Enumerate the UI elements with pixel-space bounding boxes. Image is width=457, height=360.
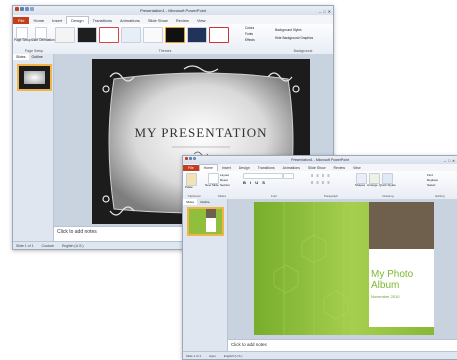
- theme-thumb-5[interactable]: [143, 27, 163, 43]
- tab-file[interactable]: File: [13, 17, 30, 24]
- undo-icon[interactable]: [193, 157, 196, 160]
- layout-button[interactable]: Layout: [220, 173, 229, 177]
- section-button[interactable]: Section: [220, 183, 230, 187]
- theme-thumb-7[interactable]: [187, 27, 207, 43]
- status-language: English (U.S.): [223, 353, 243, 358]
- group-label-drawing: Drawing: [382, 194, 394, 198]
- ribbon-tabs: File Home Insert Design Transitions Anim…: [13, 16, 333, 24]
- tab-view[interactable]: View: [193, 17, 210, 24]
- theme-fonts-button[interactable]: Fonts: [245, 32, 253, 36]
- status-language: English (U.S.): [61, 243, 84, 248]
- ribbon-tabs: File Home Insert Design Transitions Anim…: [183, 164, 457, 171]
- theme-thumb-2[interactable]: [77, 27, 97, 43]
- themes-gallery: [55, 27, 247, 45]
- replace-button[interactable]: Replace: [427, 178, 438, 182]
- paragraph-align-buttons[interactable]: ≡ ≡ ≡ ≡: [311, 180, 331, 185]
- group-label-paragraph: Paragraph: [323, 194, 338, 198]
- reset-button[interactable]: Reset: [220, 178, 228, 182]
- pane-tab-outline[interactable]: Outline: [29, 54, 46, 60]
- window-title: Presentation1 - Microsoft PowerPoint: [291, 158, 349, 162]
- design-ribbon: Page Setup Slide Orientation Page Setup …: [13, 24, 333, 55]
- group-label-themes: Themes: [158, 49, 172, 53]
- theme-thumb-6[interactable]: [165, 27, 185, 43]
- font-format-buttons[interactable]: B I U S: [243, 180, 266, 185]
- group-label-page-setup: Page Setup: [24, 49, 44, 53]
- home-ribbon: Paste Clipboard New Slide Layout Reset S…: [183, 171, 457, 200]
- close-icon[interactable]: ✕: [328, 7, 331, 16]
- undo-icon[interactable]: [25, 7, 29, 11]
- redo-icon[interactable]: [30, 7, 34, 11]
- quick-access-toolbar: [185, 157, 196, 160]
- slide-thumbnail[interactable]: [17, 64, 52, 91]
- slide-photo-placeholder[interactable]: [369, 202, 434, 249]
- tab-animations[interactable]: Animations: [116, 17, 144, 24]
- slides-pane: Slides Outline: [183, 199, 228, 351]
- theme-thumb-4[interactable]: [121, 27, 141, 43]
- pane-tab-slides[interactable]: Slides: [13, 54, 29, 60]
- slides-pane: Slides Outline: [13, 54, 54, 241]
- title-bar: Presentation1 - Microsoft PowerPoint – □…: [13, 6, 333, 15]
- pane-tab-slides[interactable]: Slides: [183, 199, 198, 205]
- front-powerpoint-window: Presentation1 - Microsoft PowerPoint – □…: [182, 155, 457, 360]
- slide-thumbnail-panel: [206, 218, 216, 232]
- group-label-editing: Editing: [435, 194, 445, 198]
- paste-button-label: Paste: [185, 185, 193, 189]
- maximize-icon[interactable]: □: [323, 7, 325, 16]
- hide-background-graphics-checkbox[interactable]: Hide Background Graphics: [275, 36, 313, 40]
- slide-title[interactable]: My Photo Album: [371, 269, 427, 291]
- save-icon[interactable]: [189, 157, 192, 160]
- powerpoint-logo-icon[interactable]: [15, 7, 19, 11]
- group-label-slides: Slides: [217, 194, 227, 198]
- theme-effects-button[interactable]: Effects: [245, 38, 255, 42]
- status-slide-count: Slide 1 of 1: [186, 353, 202, 358]
- save-icon[interactable]: [20, 7, 24, 11]
- tab-home[interactable]: Home: [29, 17, 48, 24]
- slide-canvas[interactable]: My Photo Album November 2010: [254, 202, 434, 335]
- pane-tabs: Slides Outline: [13, 54, 53, 60]
- window-title: Presentation1 - Microsoft PowerPoint: [139, 8, 207, 13]
- slide-thumbnail[interactable]: [187, 207, 224, 236]
- title-bar: Presentation1 - Microsoft PowerPoint – □…: [183, 156, 457, 164]
- slide-subtitle-date[interactable]: November 2010: [371, 294, 399, 299]
- status-slide-count: Slide 1 of 1: [16, 243, 34, 248]
- theme-thumb-8[interactable]: [209, 27, 229, 43]
- notes-pane[interactable]: Click to add notes: [228, 339, 457, 351]
- minimize-icon[interactable]: –: [319, 7, 321, 16]
- slide-orientation-button-label: Slide Orientation: [31, 38, 55, 42]
- theme-thumb-3[interactable]: [99, 27, 119, 43]
- pane-tabs: Slides Outline: [183, 199, 227, 205]
- tab-home[interactable]: Home: [198, 164, 218, 171]
- theme-thumb-1[interactable]: [55, 27, 75, 43]
- slide-title[interactable]: MY PRESENTATION: [92, 125, 310, 141]
- status-bar: Slide 1 of 1 Apex English (U.S.): [183, 351, 457, 359]
- group-label-clipboard: Clipboard: [187, 194, 201, 198]
- group-label-background: Background: [293, 49, 313, 53]
- slide-thumbnail-frame: [24, 71, 45, 84]
- shapes-button-label: Shapes: [355, 183, 366, 187]
- tab-review[interactable]: Review: [172, 17, 193, 24]
- slide-thumbnail-photo: [206, 209, 216, 218]
- select-button[interactable]: Select: [427, 183, 435, 187]
- group-label-font: Font: [270, 194, 277, 198]
- page-setup-button-label: Page Setup: [14, 38, 31, 42]
- new-slide-button-label: New Slide: [205, 183, 219, 187]
- status-theme-name: Couture: [41, 243, 54, 248]
- quick-styles-button-label: Quick Styles: [379, 183, 396, 187]
- arrange-button-label: Arrange: [367, 183, 378, 187]
- tab-transitions[interactable]: Transitions: [89, 17, 116, 24]
- paragraph-list-buttons[interactable]: ≡ ≡ ≡ ≡: [311, 173, 331, 178]
- find-button[interactable]: Find: [427, 173, 433, 177]
- tab-slide-show[interactable]: Slide Show: [144, 17, 172, 24]
- font-size-dropdown[interactable]: [283, 173, 294, 179]
- pane-tab-outline[interactable]: Outline: [197, 199, 213, 205]
- tab-insert[interactable]: Insert: [48, 17, 66, 24]
- tab-design[interactable]: Design: [66, 16, 89, 24]
- font-name-dropdown[interactable]: [243, 173, 283, 179]
- status-theme-name: Apex: [209, 353, 216, 358]
- powerpoint-logo-icon[interactable]: [185, 157, 188, 160]
- slide-editing-area: My Photo Album November 2010: [228, 199, 457, 339]
- theme-colors-button[interactable]: Colors: [245, 26, 254, 30]
- quick-access-toolbar: [15, 7, 34, 11]
- background-styles-button[interactable]: Background Styles: [275, 28, 302, 32]
